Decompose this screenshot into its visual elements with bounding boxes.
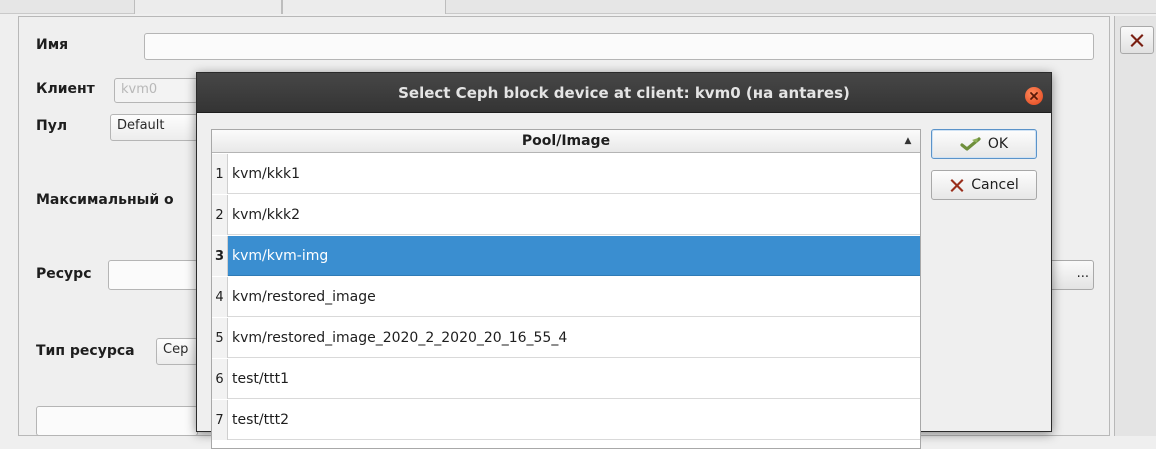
- resource-label: Ресурс: [36, 266, 92, 282]
- row-number: 5: [212, 318, 228, 358]
- row-number: 3: [212, 236, 228, 276]
- row-number: 2: [212, 195, 228, 235]
- table-row-selected[interactable]: 3 kvm/kvm-img: [212, 236, 920, 276]
- pool-image-table[interactable]: Pool/Image ▲ 1 kvm/kkk1 2 kvm/kkk2 3 kvm…: [211, 129, 921, 449]
- row-number: 6: [212, 359, 228, 399]
- resource-type-select[interactable]: Cep: [156, 338, 198, 365]
- form-close-button[interactable]: [1120, 26, 1154, 54]
- tab-2[interactable]: [282, 0, 446, 14]
- pool-select[interactable]: Default: [110, 114, 198, 141]
- table-row[interactable]: 1 kvm/kkk1: [212, 154, 920, 194]
- resource-input[interactable]: [108, 260, 198, 290]
- row-number: 7: [212, 400, 228, 440]
- table-row[interactable]: 2 kvm/kkk2: [212, 195, 920, 235]
- cancel-button-label: Cancel: [971, 177, 1019, 193]
- side-panel: [1114, 16, 1156, 436]
- name-input[interactable]: [144, 33, 1094, 60]
- bottom-field[interactable]: [36, 406, 198, 436]
- max-size-label: Максимальный о: [36, 192, 174, 208]
- name-label: Имя: [36, 37, 69, 53]
- column-header-label: Pool/Image: [521, 133, 611, 149]
- cancel-x-icon: [949, 177, 965, 193]
- row-number: 1: [212, 154, 228, 194]
- row-label: kvm/kvm-img: [232, 248, 329, 264]
- select-ceph-dialog: Select Ceph block device at client: kvm0…: [196, 72, 1052, 449]
- dialog-close-button[interactable]: [1025, 87, 1043, 105]
- ok-button[interactable]: OK: [931, 129, 1037, 159]
- pool-label: Пул: [36, 118, 68, 134]
- cancel-button[interactable]: Cancel: [931, 170, 1037, 200]
- table-row[interactable]: 6 test/ttt1: [212, 359, 920, 399]
- tab-1[interactable]: [134, 0, 282, 14]
- row-label: kvm/kkk1: [232, 166, 300, 182]
- ok-button-label: OK: [987, 136, 1009, 152]
- resource-type-label: Тип ресурса: [36, 343, 135, 359]
- client-label: Клиент: [36, 81, 95, 97]
- row-label: kvm/restored_image: [232, 289, 376, 305]
- table-row[interactable]: 4 kvm/restored_image: [212, 277, 920, 317]
- row-label: kvm/restored_image_2020_2_2020_20_16_55_…: [232, 330, 568, 346]
- table-row[interactable]: 7 test/ttt2: [212, 400, 920, 440]
- close-x-icon: [1129, 32, 1145, 48]
- sort-ascending-icon: ▲: [904, 136, 912, 146]
- client-field: kvm0: [114, 78, 198, 103]
- dialog-title: Select Ceph block device at client: kvm0…: [398, 84, 850, 102]
- table-row[interactable]: 5 kvm/restored_image_2020_2_2020_20_16_5…: [212, 318, 920, 358]
- row-label: test/ttt1: [232, 371, 289, 387]
- window-close-icon: [1029, 91, 1039, 101]
- row-number: 4: [212, 277, 228, 317]
- row-label: kvm/kkk2: [232, 207, 300, 223]
- ok-check-icon: [960, 136, 982, 152]
- row-label: test/ttt2: [232, 412, 289, 428]
